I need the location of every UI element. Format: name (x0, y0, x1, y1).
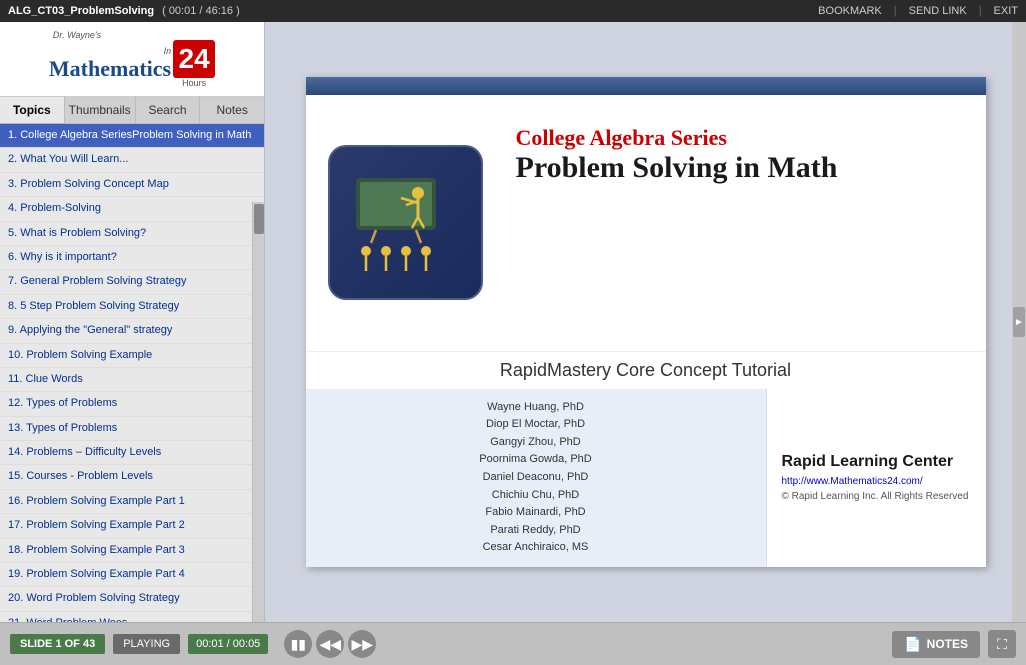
tab-topics[interactable]: Topics (0, 97, 65, 123)
slide-bottom: Wayne Huang, PhDDiop El Moctar, PhDGangy… (306, 389, 986, 567)
topic-item-13[interactable]: 13. Types of Problems (0, 417, 264, 441)
topic-item-16[interactable]: 16. Problem Solving Example Part 1 (0, 490, 264, 514)
author-entry: Parati Reddy, PhD (321, 522, 751, 540)
topic-item-15[interactable]: 15. Courses - Problem Levels (0, 465, 264, 489)
author-entry: Daniel Deaconu, PhD (321, 469, 751, 487)
content-area: College Algebra Series Problem Solving i… (265, 22, 1026, 622)
topic-item-17[interactable]: 17. Problem Solving Example Part 2 (0, 514, 264, 538)
slide-authors: Wayne Huang, PhDDiop El Moctar, PhDGangy… (306, 389, 766, 567)
slide-rlc-copy: © Rapid Learning Inc. All Rights Reserve… (782, 491, 971, 502)
topic-item-7[interactable]: 7. General Problem Solving Strategy (0, 270, 264, 294)
right-panel: ► (1012, 22, 1026, 622)
slide-icon-box (328, 145, 483, 300)
slide-title-area: College Algebra Series Problem Solving i… (516, 115, 966, 184)
logo-inner: Dr. Wayne's In Mathematics 24 Hours (49, 30, 215, 88)
slide-indicator: SLIDE 1 OF 43 (10, 634, 105, 654)
logo-in-text: In (164, 46, 172, 56)
author-entry: Diop El Moctar, PhD (321, 416, 751, 434)
slide-area: College Algebra Series Problem Solving i… (265, 22, 1026, 622)
topic-item-19[interactable]: 19. Problem Solving Example Part 4 (0, 563, 264, 587)
author-entry: Wayne Huang, PhD (321, 399, 751, 417)
logo-dr-waynes: Dr. Wayne's (53, 30, 215, 40)
slide-rlc-title: Rapid Learning Center (782, 453, 971, 471)
logo-mathematics: Mathematics (49, 56, 171, 82)
prev-button[interactable]: ◀◀ (316, 630, 344, 658)
topic-item-18[interactable]: 18. Problem Solving Example Part 3 (0, 539, 264, 563)
send-link-link[interactable]: SEND LINK (909, 5, 967, 17)
top-bar-title: ALG_CT03_ProblemSolving (8, 5, 154, 17)
sidebar: Dr. Wayne's In Mathematics 24 Hours (0, 22, 265, 622)
playing-label: PLAYING (113, 634, 180, 654)
nav-tabs: Topics Thumbnails Search Notes (0, 97, 264, 124)
exit-link[interactable]: EXIT (994, 5, 1018, 17)
sidebar-scrollbar[interactable] (252, 202, 264, 622)
notes-button[interactable]: 📄 NOTES (892, 631, 980, 658)
logo-hours: Hours (182, 78, 206, 88)
bottom-bar: SLIDE 1 OF 43 PLAYING 00:01 / 00:05 ▮▮ ◀… (0, 622, 1026, 665)
slide-right: College Algebra Series Problem Solving i… (506, 95, 986, 351)
playback-controls: ▮▮ ◀◀ ▶▶ (284, 630, 376, 658)
tab-thumbnails[interactable]: Thumbnails (65, 97, 136, 123)
topic-item-9[interactable]: 9. Applying the "General" strategy (0, 319, 264, 343)
expand-panel-button[interactable]: ► (1013, 307, 1025, 337)
author-entry: Gangyi Zhou, PhD (321, 434, 751, 452)
topic-item-5[interactable]: 5. What is Problem Solving? (0, 222, 264, 246)
tab-search[interactable]: Search (136, 97, 201, 123)
topic-item-3[interactable]: 3. Problem Solving Concept Map (0, 173, 264, 197)
slide-subtitle: Problem Solving in Math (516, 151, 966, 184)
slide-content: College Algebra Series Problem Solving i… (306, 95, 986, 351)
topic-item-11[interactable]: 11. Clue Words (0, 368, 264, 392)
logo-main: In Mathematics 24 Hours (49, 40, 215, 88)
topic-item-21[interactable]: 21. Word Problem Woes (0, 612, 264, 622)
topic-item-20[interactable]: 20. Word Problem Solving Strategy (0, 587, 264, 611)
topic-item-2[interactable]: 2. What You Will Learn... (0, 148, 264, 172)
fullscreen-button[interactable]: ⛶ (988, 630, 1016, 658)
slide-left (306, 95, 506, 351)
main-layout: Dr. Wayne's In Mathematics 24 Hours (0, 22, 1026, 622)
tab-notes[interactable]: Notes (200, 97, 264, 123)
slide-tutorial-title: RapidMastery Core Concept Tutorial (306, 351, 986, 389)
slide-frame: College Algebra Series Problem Solving i… (306, 77, 986, 567)
topic-item-6[interactable]: 6. Why is it important? (0, 246, 264, 270)
top-bar-left: ALG_CT03_ProblemSolving ( 00:01 / 46:16 … (8, 5, 240, 17)
notes-label: NOTES (927, 637, 968, 651)
slide-rlc-url[interactable]: http://www.Mathematics24.com/ (782, 476, 971, 487)
slide-series: College Algebra Series (516, 125, 966, 151)
slide-top-bar (306, 77, 986, 95)
pause-button[interactable]: ▮▮ (284, 630, 312, 658)
author-entry: Chichiu Chu, PhD (321, 487, 751, 505)
bookmark-link[interactable]: BOOKMARK (818, 5, 882, 17)
top-bar-time: ( 00:01 / 46:16 ) (162, 5, 240, 17)
author-entry: Cesar Anchiraico, MS (321, 539, 751, 557)
author-entry: Poornima Gowda, PhD (321, 451, 751, 469)
logo-24-box: 24 (173, 40, 215, 78)
logo-area: Dr. Wayne's In Mathematics 24 Hours (0, 22, 264, 97)
teacher-icon (346, 163, 466, 283)
time-display: 00:01 / 00:05 (188, 634, 268, 654)
logo-24-number: 24 (179, 43, 210, 75)
author-entry: Fabio Mainardi, PhD (321, 504, 751, 522)
topic-item-14[interactable]: 14. Problems – Difficulty Levels (0, 441, 264, 465)
slide-rlc: Rapid Learning Center http://www.Mathema… (766, 389, 986, 567)
scrollbar-thumb[interactable] (254, 204, 264, 234)
top-bar-right: BOOKMARK | SEND LINK | EXIT (818, 5, 1018, 17)
topic-item-8[interactable]: 8. 5 Step Problem Solving Strategy (0, 295, 264, 319)
top-bar: ALG_CT03_ProblemSolving ( 00:01 / 46:16 … (0, 0, 1026, 22)
topics-list: 1. College Algebra SeriesProblem Solving… (0, 124, 264, 622)
topic-item-12[interactable]: 12. Types of Problems (0, 392, 264, 416)
topic-item-4[interactable]: 4. Problem-Solving (0, 197, 264, 221)
notes-icon: 📄 (904, 636, 921, 653)
topic-item-1[interactable]: 1. College Algebra SeriesProblem Solving… (0, 124, 264, 148)
topic-item-10[interactable]: 10. Problem Solving Example (0, 344, 264, 368)
next-button[interactable]: ▶▶ (348, 630, 376, 658)
